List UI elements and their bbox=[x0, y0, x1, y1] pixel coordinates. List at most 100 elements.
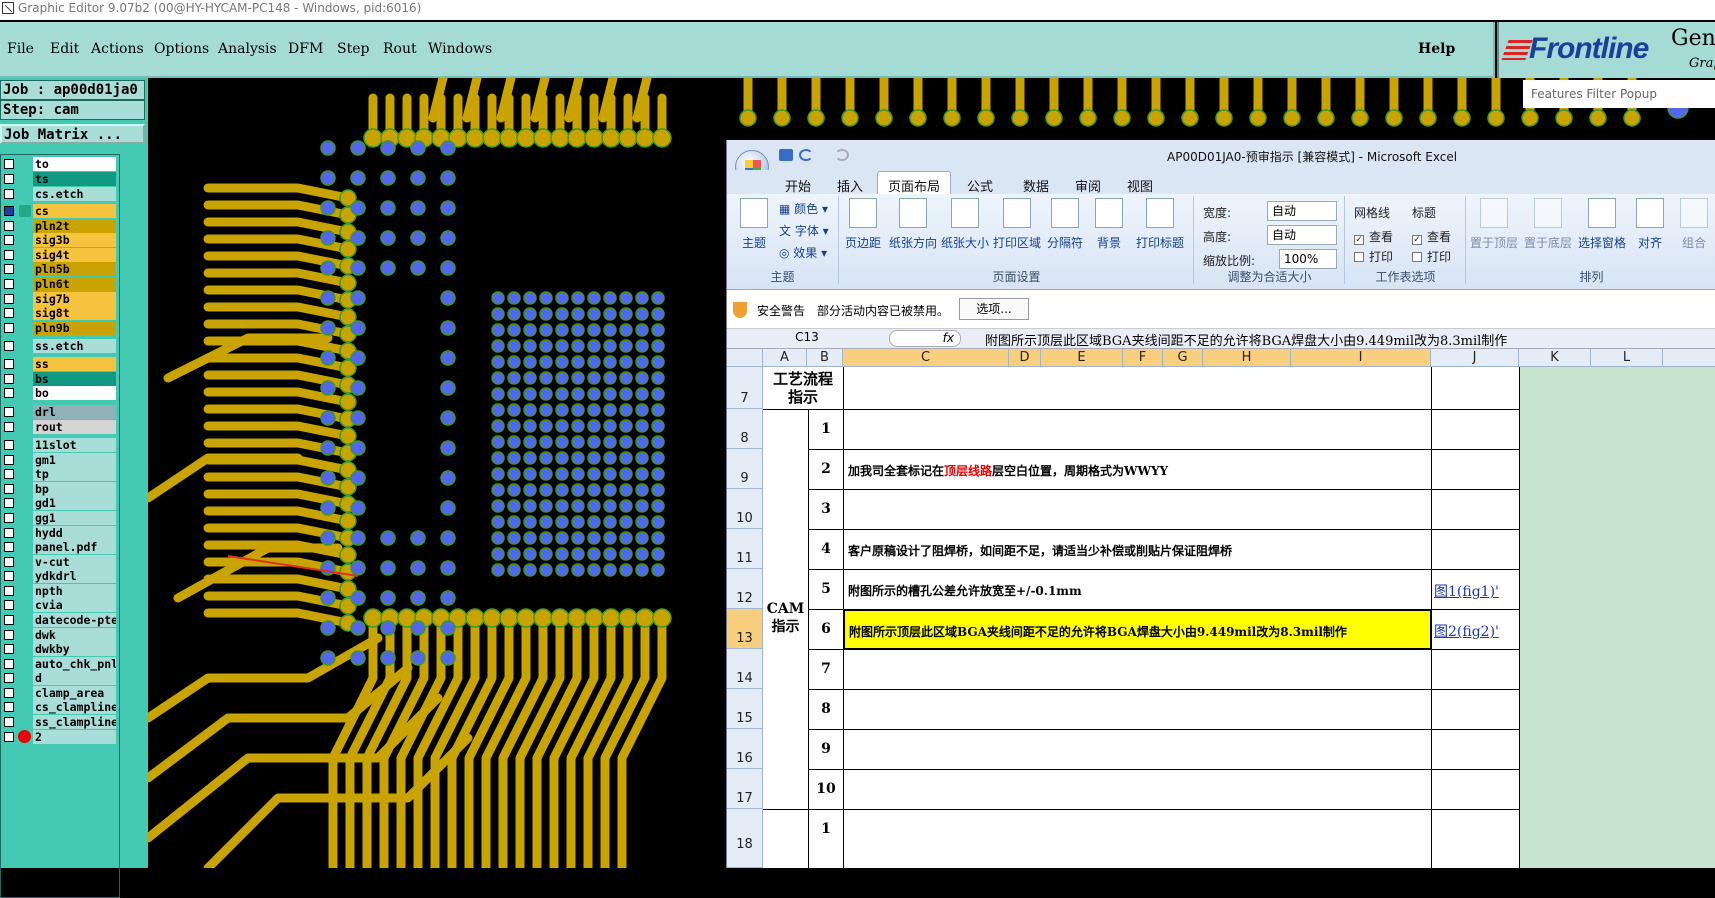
layer-row[interactable]: panel.pdf bbox=[1, 540, 119, 554]
send-to-back-button[interactable]: 置于底层 bbox=[1523, 198, 1573, 251]
layer-name[interactable]: gd1 bbox=[33, 496, 116, 510]
layer-row[interactable]: sig4t bbox=[1, 248, 119, 262]
print-area-button[interactable]: 打印区域 bbox=[992, 198, 1042, 251]
layer-name[interactable]: tp bbox=[33, 467, 116, 481]
layer-row[interactable]: cvia bbox=[1, 598, 119, 612]
cell-item-number[interactable]: 1 bbox=[808, 409, 844, 450]
layer-checkbox[interactable] bbox=[4, 440, 14, 450]
layer-row[interactable]: pln6t bbox=[1, 277, 119, 291]
tab-formulas[interactable]: 公式 bbox=[967, 176, 993, 195]
cell-instruction[interactable] bbox=[843, 489, 1432, 530]
layer-name[interactable]: dwkby bbox=[33, 642, 116, 656]
headings-view-checkbox[interactable]: ✓ 查看 bbox=[1412, 228, 1451, 245]
layer-row[interactable]: sig8t bbox=[1, 306, 119, 320]
name-box[interactable]: C13 bbox=[727, 330, 887, 347]
fx-button[interactable]: fx bbox=[889, 330, 961, 347]
layer-checkbox[interactable] bbox=[4, 407, 14, 417]
layer-name[interactable]: gm1 bbox=[33, 453, 116, 467]
cell-b18[interactable]: 1 bbox=[808, 809, 844, 868]
layer-checkbox[interactable] bbox=[4, 422, 14, 432]
menu-step[interactable]: Step bbox=[337, 41, 369, 57]
layer-name[interactable]: sig7b bbox=[33, 292, 116, 306]
col-header-c[interactable]: C bbox=[843, 349, 1009, 367]
layer-checkbox[interactable] bbox=[4, 630, 14, 640]
layer-row[interactable]: bs bbox=[1, 372, 119, 386]
layer-row[interactable]: 11slot bbox=[1, 438, 119, 452]
row-header-10[interactable]: 10 bbox=[727, 489, 763, 529]
layer-checkbox[interactable] bbox=[4, 615, 14, 625]
layer-checkbox[interactable] bbox=[4, 688, 14, 698]
layer-checkbox[interactable] bbox=[4, 279, 14, 289]
gridlines-print-checkbox[interactable]: 打印 bbox=[1354, 248, 1393, 265]
layer-row[interactable]: pln2t bbox=[1, 219, 119, 233]
menu-help[interactable]: Help bbox=[1418, 41, 1455, 57]
security-options-button[interactable]: 选项... bbox=[959, 298, 1029, 320]
layer-checkbox[interactable] bbox=[4, 542, 14, 552]
menu-actions[interactable]: Actions bbox=[91, 41, 144, 57]
cell-item-number[interactable]: 7 bbox=[808, 649, 844, 690]
col-header-f[interactable]: F bbox=[1123, 349, 1163, 367]
layer-checkbox[interactable] bbox=[4, 294, 14, 304]
layer-checkbox[interactable] bbox=[4, 359, 14, 369]
cell-a18[interactable] bbox=[763, 809, 809, 868]
cell-instruction[interactable] bbox=[843, 769, 1432, 810]
layer-name[interactable]: 2 bbox=[33, 730, 116, 744]
layer-row[interactable]: gm1 bbox=[1, 453, 119, 467]
layer-name[interactable]: rout bbox=[33, 420, 116, 434]
cell-link[interactable] bbox=[1431, 409, 1520, 450]
group-button[interactable]: 组合 bbox=[1673, 198, 1715, 251]
cell-item-number[interactable]: 3 bbox=[808, 489, 844, 530]
layer-name[interactable]: auto_chk_pnl bbox=[33, 657, 116, 671]
col-header-d[interactable]: D bbox=[1009, 349, 1041, 367]
row-header-16[interactable]: 16 bbox=[727, 729, 763, 769]
cell-c18[interactable] bbox=[843, 809, 1432, 868]
layer-name[interactable]: ydkdrl bbox=[33, 569, 116, 583]
undo-icon[interactable] bbox=[799, 149, 813, 161]
layer-checkbox[interactable] bbox=[4, 189, 14, 199]
layer-row[interactable]: clamp_area bbox=[1, 686, 119, 700]
menu-analysis[interactable]: Analysis bbox=[218, 41, 277, 57]
tab-view[interactable]: 视图 bbox=[1127, 176, 1153, 195]
layer-name[interactable]: cvia bbox=[33, 598, 116, 612]
layer-row[interactable]: dwk bbox=[1, 628, 119, 642]
layer-row[interactable]: d bbox=[1, 671, 119, 685]
col-header-j[interactable]: J bbox=[1431, 349, 1519, 367]
layer-row[interactable]: hydd bbox=[1, 526, 119, 540]
cell-j7[interactable] bbox=[1431, 367, 1520, 410]
layer-name[interactable]: clamp_area bbox=[33, 686, 116, 700]
tab-home[interactable]: 开始 bbox=[785, 176, 811, 195]
tab-review[interactable]: 审阅 bbox=[1075, 176, 1101, 195]
layer-checkbox[interactable] bbox=[4, 513, 14, 523]
layer-row[interactable]: bo bbox=[1, 386, 119, 400]
layer-name[interactable]: sig8t bbox=[33, 306, 116, 320]
width-select[interactable]: 自动 bbox=[1267, 201, 1337, 221]
layer-row[interactable]: cs.etch bbox=[1, 187, 119, 201]
row-header-7[interactable]: 7 bbox=[727, 367, 763, 409]
col-header-l[interactable]: L bbox=[1591, 349, 1663, 367]
align-button[interactable]: 对齐 bbox=[1629, 198, 1671, 251]
col-header-h[interactable]: H bbox=[1203, 349, 1291, 367]
row-header-8[interactable]: 8 bbox=[727, 409, 763, 449]
theme-colors-button[interactable]: ▦ 颜色 ▾ bbox=[779, 200, 828, 217]
layer-row[interactable]: 2 bbox=[1, 730, 119, 744]
cell-item-number[interactable]: 6 bbox=[808, 609, 844, 650]
cell-c13-selected[interactable]: 附图所示顶层此区域BGA夹线间距不足的允许将BGA焊盘大小由9.449mil改为… bbox=[843, 609, 1432, 650]
layer-row[interactable]: ss.etch bbox=[1, 339, 119, 353]
cell-j18[interactable] bbox=[1431, 809, 1520, 868]
layer-name[interactable]: gg1 bbox=[33, 511, 116, 525]
cell-item-number[interactable]: 5 bbox=[808, 569, 844, 610]
cell-instruction[interactable]: 附图所示的槽孔公差允许放宽至+/-0.1mm bbox=[843, 569, 1432, 610]
cell-instruction[interactable] bbox=[843, 729, 1432, 770]
cell-link[interactable] bbox=[1431, 529, 1520, 570]
col-header-m[interactable] bbox=[1663, 349, 1715, 367]
cell-item-number[interactable]: 4 bbox=[808, 529, 844, 570]
layer-name[interactable]: drl bbox=[33, 405, 116, 419]
layer-name[interactable]: cs bbox=[33, 204, 116, 218]
layer-row[interactable]: sig3b bbox=[1, 233, 119, 247]
layer-checkbox[interactable] bbox=[4, 498, 14, 508]
menu-windows[interactable]: Windows bbox=[428, 41, 492, 57]
layer-checkbox[interactable] bbox=[4, 528, 14, 538]
cell-item-number[interactable]: 8 bbox=[808, 689, 844, 730]
layer-checkbox[interactable] bbox=[4, 388, 14, 398]
cell-item-number[interactable]: 10 bbox=[808, 769, 844, 810]
